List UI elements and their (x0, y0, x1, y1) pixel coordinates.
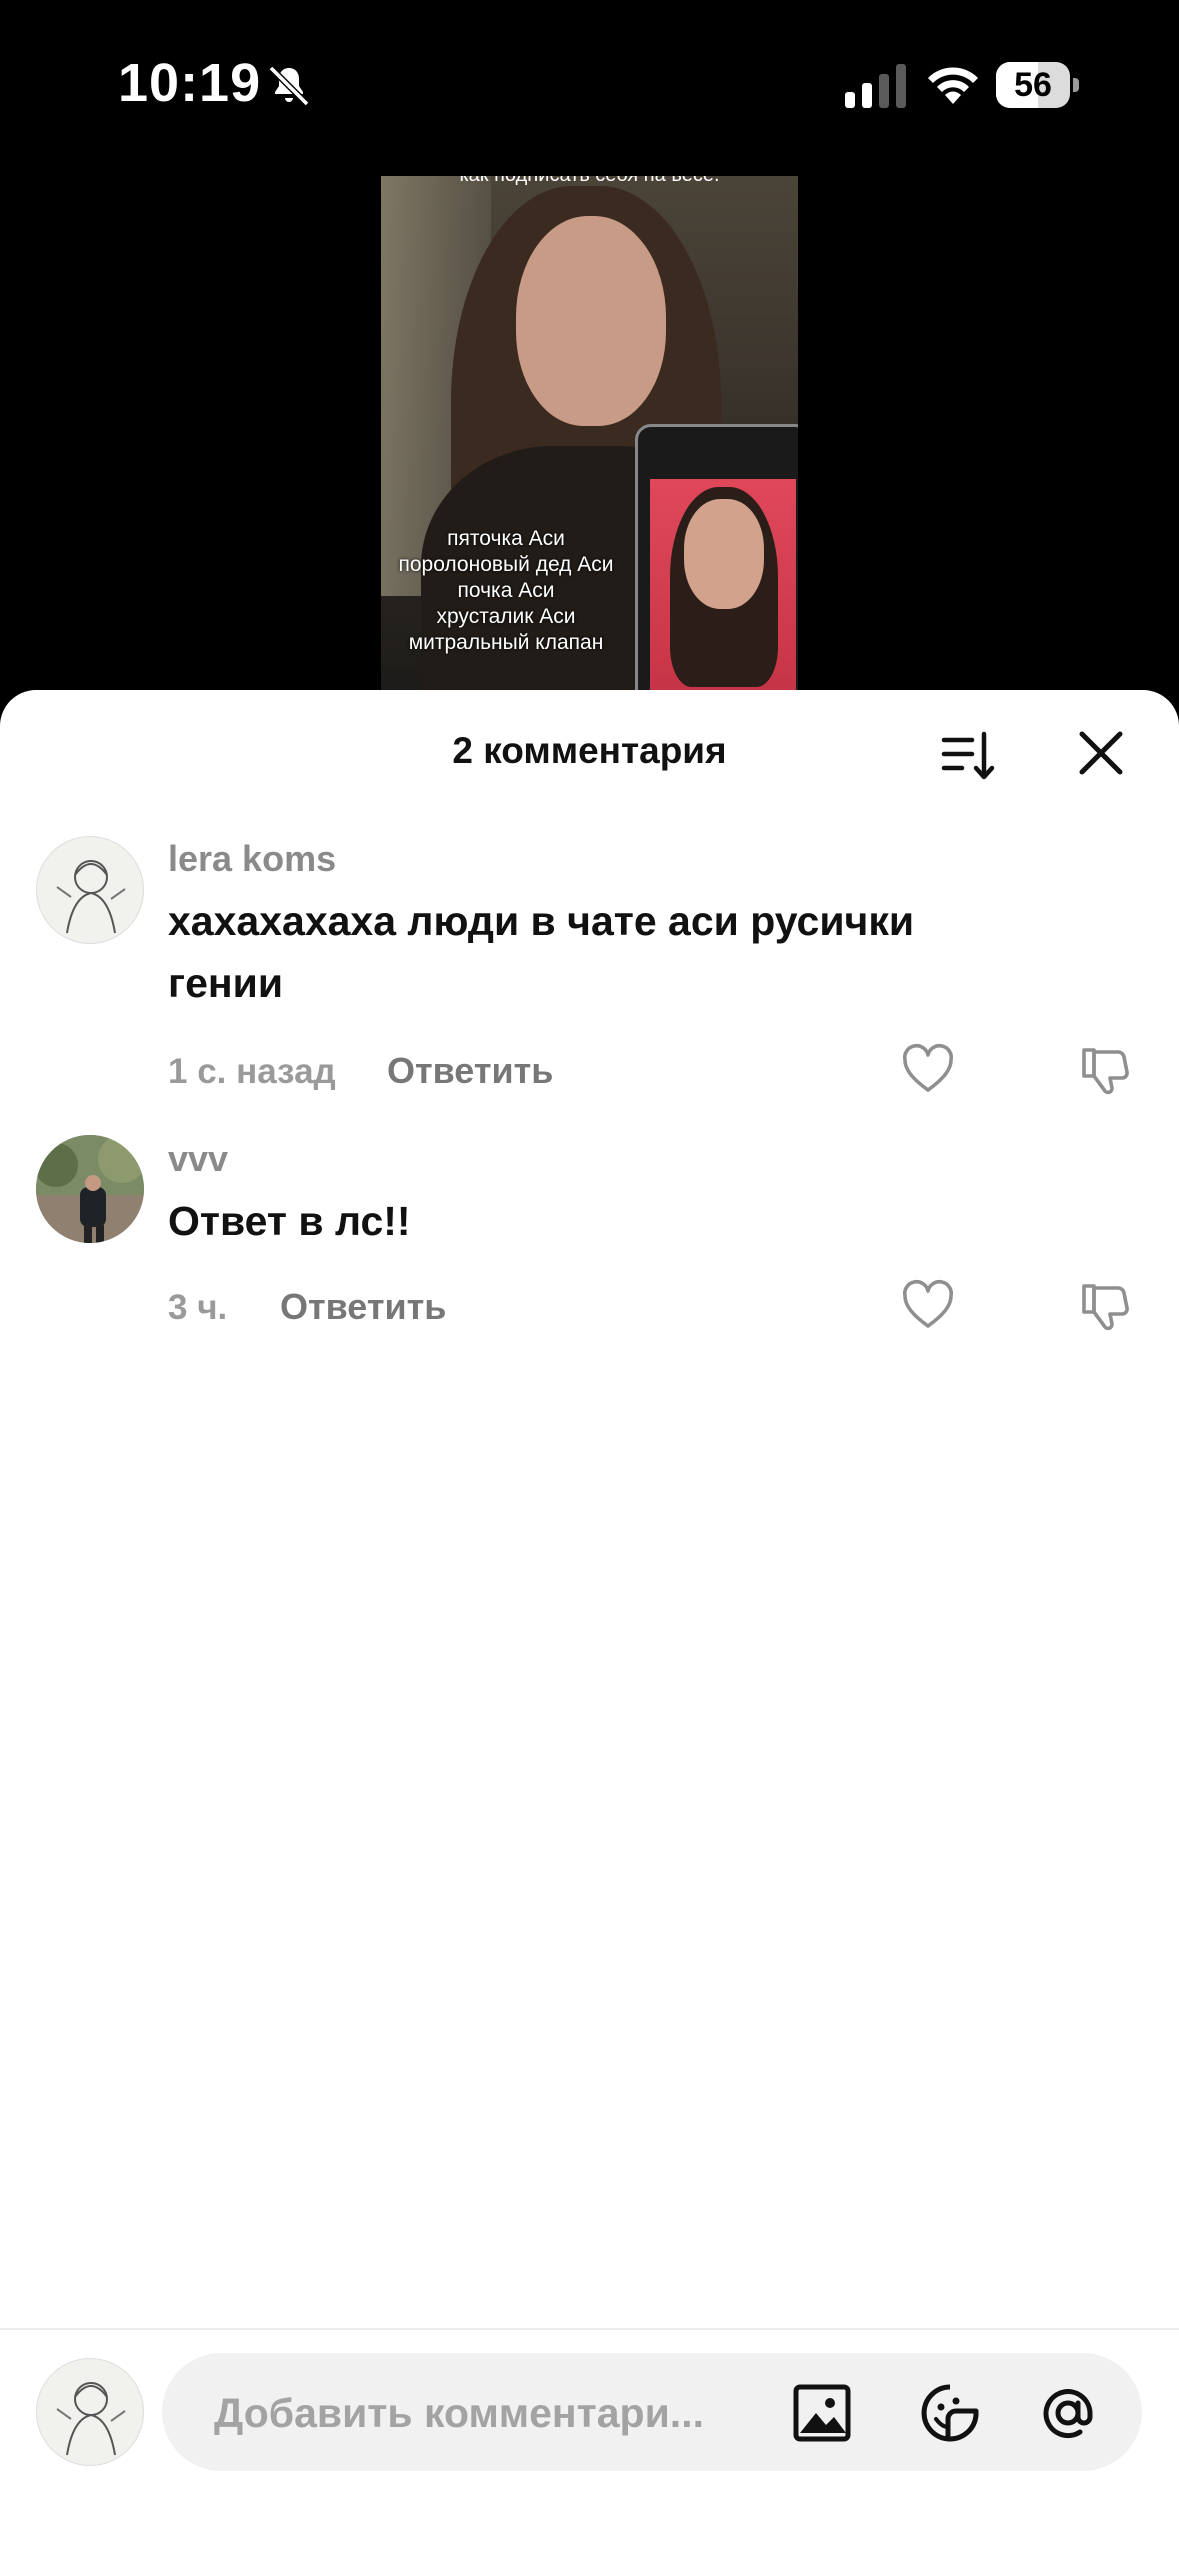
comments-sheet: 2 комментария lera koms хахахахаха люди … (0, 690, 1179, 2556)
heart-icon[interactable] (900, 1278, 956, 1334)
mention-icon[interactable] (1036, 2381, 1100, 2445)
caption-line: почка Аси (457, 579, 555, 602)
comments-title: 2 комментария (452, 730, 727, 771)
comment-time: 3 ч. (168, 1288, 228, 1327)
battery-level: 56 (1014, 66, 1052, 104)
comment-author[interactable]: vvv (168, 1138, 228, 1180)
caption-line: хрусталик Аси (436, 605, 576, 628)
bell-slash-icon (268, 65, 310, 107)
status-time: 10:19 (118, 53, 262, 113)
reply-button[interactable]: Ответить (280, 1286, 446, 1328)
video-preview[interactable]: как поднисать себя на весе. пяточка Аси … (381, 176, 798, 706)
close-icon[interactable] (1074, 726, 1128, 780)
comment-time: 1 с. назад (168, 1052, 336, 1091)
comment-input[interactable] (212, 2377, 736, 2449)
my-avatar (36, 2358, 144, 2466)
avatar[interactable] (36, 1135, 144, 1243)
wifi-icon (928, 67, 978, 104)
video-caption: пяточка Аси поролоновый дед Аси почка Ас… (381, 526, 631, 656)
comment-text: хахахахаха люди в чате аси русички гении (168, 898, 915, 1006)
comment-author[interactable]: lera koms (168, 838, 336, 880)
caption-line: пяточка Аси (447, 527, 565, 550)
video-caption-top: как поднисать себя на весе. (381, 176, 798, 187)
caption-line: поролоновый дед Аси (398, 553, 614, 576)
dislike-icon[interactable] (1078, 1042, 1134, 1098)
reply-button[interactable]: Ответить (387, 1050, 553, 1092)
battery-icon: 56 (996, 62, 1080, 108)
comment-composer[interactable] (162, 2353, 1142, 2471)
caption-line: митральный клапан (408, 631, 604, 654)
image-icon[interactable] (790, 2381, 854, 2445)
dislike-icon[interactable] (1078, 1278, 1134, 1334)
heart-icon[interactable] (900, 1042, 956, 1098)
phone-in-video (635, 424, 798, 706)
sticker-icon[interactable] (918, 2381, 982, 2445)
avatar[interactable] (36, 836, 144, 944)
comment-text: Ответ в лс!! (168, 1198, 411, 1244)
signal-icon (845, 64, 906, 108)
status-bar: 10:19 56 (0, 0, 1179, 170)
composer-divider (0, 2328, 1179, 2330)
sort-icon[interactable] (938, 726, 998, 786)
